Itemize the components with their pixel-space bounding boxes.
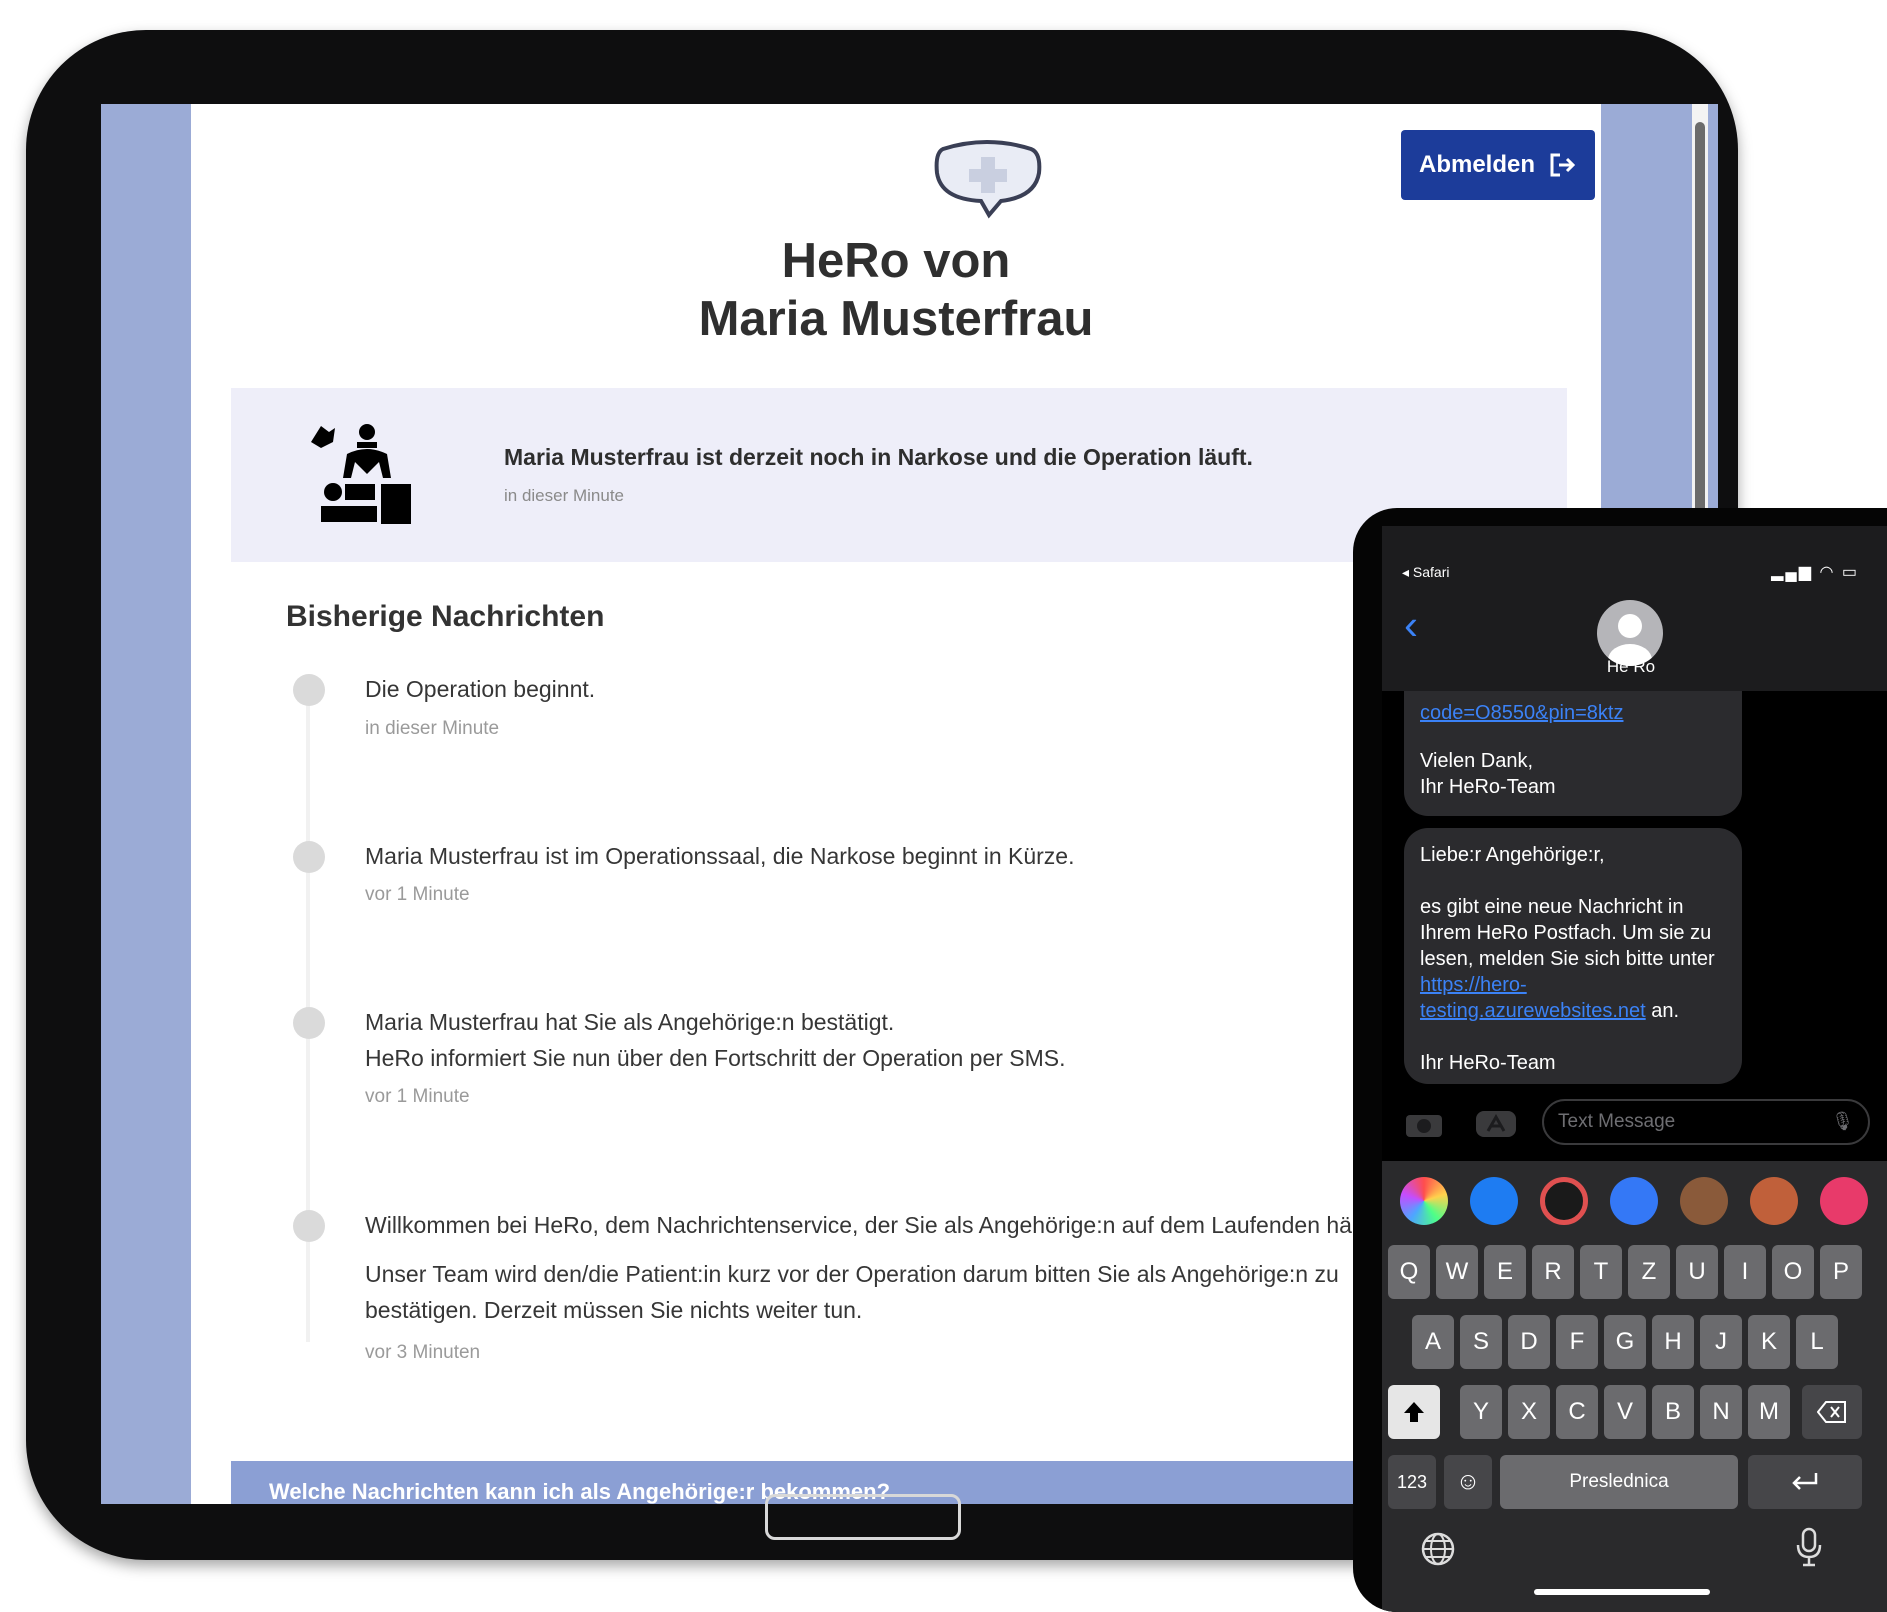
return-icon <box>1792 1473 1818 1490</box>
memoji-stickers-icon[interactable] <box>1750 1177 1798 1225</box>
activity-app-icon[interactable] <box>1540 1177 1588 1225</box>
camera-icon[interactable] <box>1404 1109 1444 1139</box>
key[interactable]: A <box>1412 1315 1454 1369</box>
sms-bubble: Liebe:r Angehörige:r, es gibt eine neue … <box>1404 828 1742 1084</box>
key[interactable]: C <box>1556 1385 1598 1439</box>
photos-app-icon[interactable] <box>1400 1177 1448 1225</box>
key[interactable]: U <box>1676 1245 1718 1299</box>
key[interactable]: Y <box>1460 1385 1502 1439</box>
timeline-dot <box>293 1210 325 1242</box>
key[interactable]: Q <box>1388 1245 1430 1299</box>
sms-text: Liebe:r Angehörige:r, <box>1420 844 1605 866</box>
home-indicator <box>1534 1589 1710 1595</box>
globe-icon[interactable] <box>1420 1531 1456 1567</box>
memoji-icon[interactable] <box>1680 1177 1728 1225</box>
timeline-dot <box>293 674 325 706</box>
key[interactable]: E <box>1484 1245 1526 1299</box>
key[interactable]: G <box>1604 1315 1646 1369</box>
message-time: vor 1 Minute <box>365 1086 470 1107</box>
shift-icon <box>1404 1402 1424 1422</box>
key[interactable]: J <box>1700 1315 1742 1369</box>
sms-link[interactable]: code=O8550&pin=8ktz <box>1420 700 1726 726</box>
message-text: Maria Musterfrau hat Sie als Angehörige:… <box>365 1009 895 1035</box>
key[interactable]: O <box>1772 1245 1814 1299</box>
audio-app-icon[interactable] <box>1610 1177 1658 1225</box>
message-time: in dieser Minute <box>365 718 500 739</box>
keyboard: Q W E R T Z U I O P A S D F G H J K L Y … <box>1382 1161 1887 1612</box>
scrollbar-thumb[interactable] <box>1695 122 1705 542</box>
logout-button[interactable]: Abmelden <box>1401 130 1595 200</box>
sms-link[interactable]: https://hero-testing.azurewebsites.net <box>1420 974 1646 1022</box>
section-title: Bisherige Nachrichten <box>286 600 605 633</box>
key[interactable]: X <box>1508 1385 1550 1439</box>
key[interactable]: S <box>1460 1315 1502 1369</box>
sms-text: Ihr HeRo-Team <box>1420 1052 1556 1074</box>
microphone-icon[interactable] <box>1794 1527 1824 1567</box>
status-time: in dieser Minute <box>504 486 625 505</box>
phone-device: code=O8550&pin=8ktz Vielen Dank, Ihr HeR… <box>1353 508 1887 1612</box>
message-time: vor 3 Minuten <box>365 1342 481 1363</box>
imessage-app-strip <box>1396 1171 1886 1227</box>
page-title: HeRo von Maria Musterfrau <box>191 232 1601 348</box>
dictation-icon[interactable]: 🎙 <box>1831 1111 1854 1132</box>
logout-label: Abmelden <box>1418 151 1535 178</box>
back-chevron-icon[interactable]: ‹ <box>1404 604 1418 646</box>
title-line-2: Maria Musterfrau <box>698 292 1094 346</box>
key[interactable]: F <box>1556 1315 1598 1369</box>
key[interactable]: M <box>1748 1385 1790 1439</box>
message-text: HeRo informiert Sie nun über den Fortsch… <box>365 1045 1066 1071</box>
emoji-key[interactable]: ☺ <box>1444 1455 1492 1509</box>
phone-screen: code=O8550&pin=8ktz Vielen Dank, Ihr HeR… <box>1382 526 1887 1612</box>
sms-text: an. <box>1651 1000 1680 1022</box>
numbers-key[interactable]: 123 <box>1388 1455 1436 1509</box>
key[interactable]: Z <box>1628 1245 1670 1299</box>
contact-name: He Ro <box>1606 657 1656 676</box>
message-text: Maria Musterfrau ist im Operationssaal, … <box>365 843 1075 869</box>
timeline-dot <box>293 1007 325 1039</box>
timeline-dot <box>293 841 325 873</box>
back-to-app-link[interactable]: ◂ Safari <box>1402 564 1450 581</box>
message-text: Willkommen bei HeRo, dem Nachrichtenserv… <box>365 1212 1370 1238</box>
status-bar-icons: ▂▄▆ ◠ ▭ <box>1771 564 1859 581</box>
message-text-input[interactable]: Text Message 🎙 <box>1542 1099 1870 1145</box>
shift-key[interactable] <box>1388 1385 1440 1439</box>
key[interactable]: K <box>1748 1315 1790 1369</box>
backspace-key[interactable] <box>1802 1385 1862 1439</box>
key[interactable]: W <box>1436 1245 1478 1299</box>
status-message: Maria Musterfrau ist derzeit noch in Nar… <box>504 444 1253 470</box>
return-key[interactable] <box>1748 1455 1862 1509</box>
key[interactable]: R <box>1532 1245 1574 1299</box>
sms-text: Ihr HeRo-Team <box>1420 776 1556 798</box>
message-input-row: Text Message 🎙 <box>1382 1091 1887 1159</box>
emoji-icon: ☺ <box>1455 1468 1481 1495</box>
key[interactable]: L <box>1796 1315 1838 1369</box>
app-store-icon[interactable] <box>1474 1109 1518 1139</box>
space-key[interactable]: Preslednica <box>1500 1455 1738 1509</box>
surgery-icon <box>311 424 411 524</box>
key[interactable]: D <box>1508 1315 1550 1369</box>
sms-text: es gibt eine neue Nachricht in Ihrem HeR… <box>1420 896 1715 970</box>
message-text: bestätigen. Derzeit müssen Sie nichts we… <box>365 1297 863 1323</box>
app-store-app-icon[interactable] <box>1470 1177 1518 1225</box>
messages-header: ◂ Safari ▂▄▆ ◠ ▭ ‹ He Ro <box>1382 526 1887 691</box>
backspace-icon <box>1817 1401 1846 1423</box>
key[interactable]: V <box>1604 1385 1646 1439</box>
sms-text: Vielen Dank, <box>1420 750 1534 772</box>
key[interactable]: B <box>1652 1385 1694 1439</box>
logout-icon <box>1550 153 1576 177</box>
tablet-home-button[interactable] <box>765 1494 961 1540</box>
search-images-icon[interactable] <box>1820 1177 1868 1225</box>
input-placeholder: Text Message <box>1558 1111 1676 1132</box>
title-line-1: HeRo von <box>781 234 1011 288</box>
message-text: Die Operation beginnt. <box>365 676 596 702</box>
key[interactable]: P <box>1820 1245 1862 1299</box>
message-time: vor 1 Minute <box>365 884 470 905</box>
key[interactable]: N <box>1700 1385 1742 1439</box>
key[interactable]: H <box>1652 1315 1694 1369</box>
key[interactable]: I <box>1724 1245 1766 1299</box>
hero-logo-icon <box>934 140 1042 219</box>
key[interactable]: T <box>1580 1245 1622 1299</box>
message-text: Unser Team wird den/die Patient:in kurz … <box>365 1261 1339 1287</box>
